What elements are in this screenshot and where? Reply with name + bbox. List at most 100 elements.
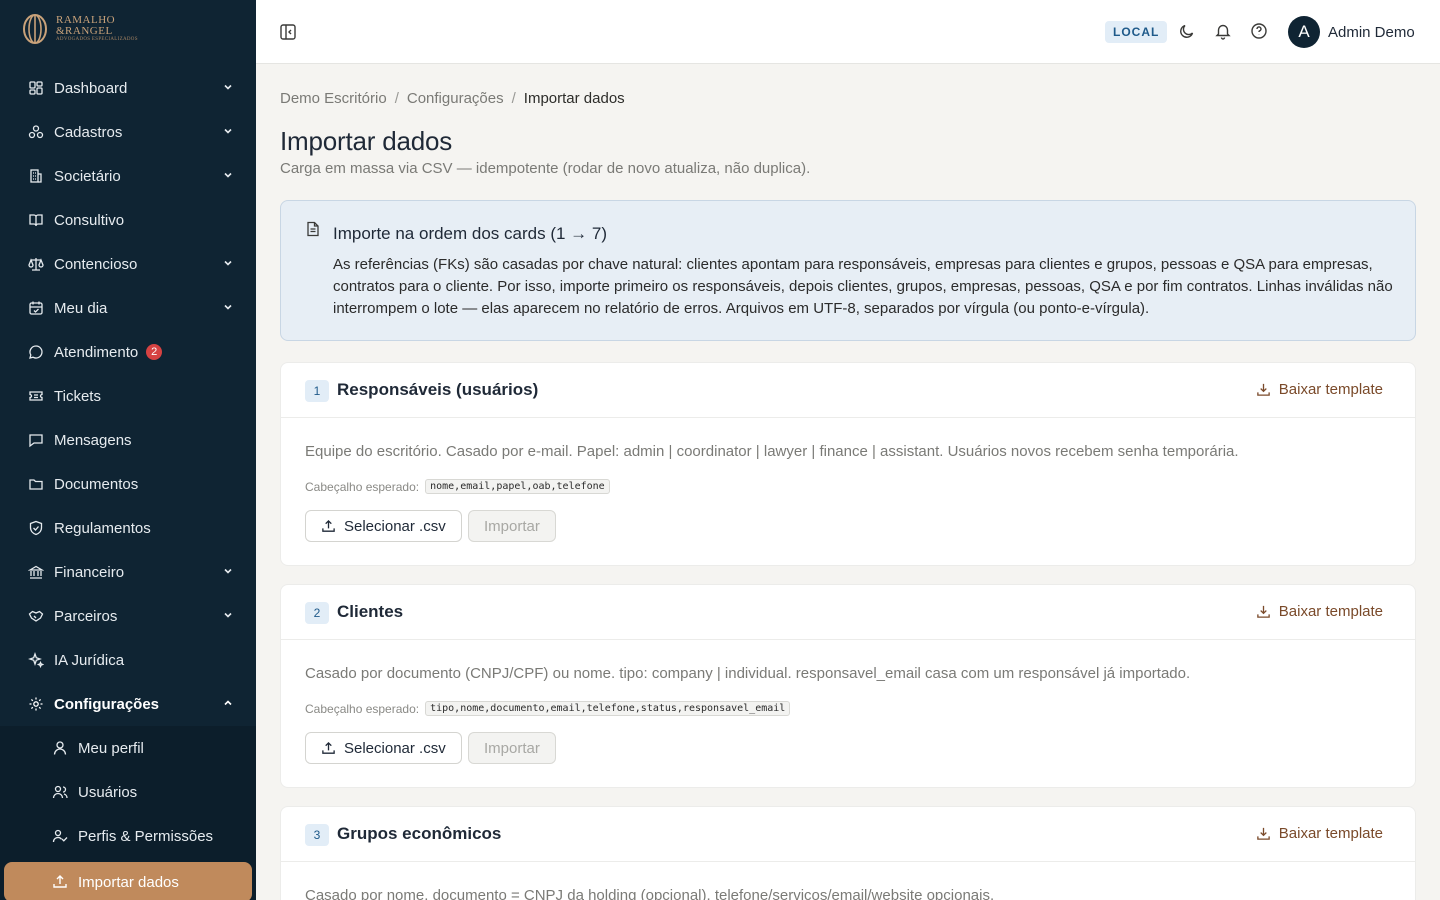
- sidebar-item-mensagens[interactable]: Mensagens: [0, 418, 256, 462]
- import-order-notice: Importe na ordem dos cards (1 → 7) As re…: [280, 200, 1416, 341]
- notification-badge: 2: [146, 344, 163, 360]
- step-number: 3: [305, 824, 329, 846]
- sidebar-item-label: Regulamentos: [54, 519, 151, 537]
- import-button[interactable]: Importar: [468, 510, 556, 542]
- sidebar-item-label: Contencioso: [54, 255, 138, 273]
- expected-header: Cabeçalho esperado: tipo,nome,documento,…: [305, 701, 791, 716]
- breadcrumb-item[interactable]: Configurações: [407, 90, 504, 107]
- breadcrumb-item[interactable]: Demo Escritório: [280, 90, 387, 107]
- sidebar-item-societario[interactable]: Societário: [0, 154, 256, 198]
- sidebar: RAMALHO &RANGEL ADVOGADOS ESPECIALIZADOS…: [0, 0, 256, 900]
- avatar: A: [1288, 16, 1320, 48]
- card-title: Grupos econômicos: [337, 824, 502, 843]
- bank-icon: [28, 564, 44, 580]
- shield-icon: [28, 520, 44, 536]
- sidebar-item-consultivo[interactable]: Consultivo: [0, 198, 256, 242]
- download-label: Baixar template: [1278, 603, 1383, 620]
- select-csv-button[interactable]: Selecionar .csv: [305, 510, 462, 542]
- configuracoes-subnav: Meu perfil Usuários Perfis & Permissões …: [0, 726, 256, 900]
- calendar-icon: [28, 300, 44, 316]
- sidebar-item-financeiro[interactable]: Financeiro: [0, 550, 256, 594]
- dashboard-icon: [28, 80, 44, 96]
- sidebar-item-dashboard[interactable]: Dashboard: [0, 66, 256, 110]
- card-title: Responsáveis (usuários): [337, 380, 539, 399]
- select-csv-label: Selecionar .csv: [344, 739, 446, 757]
- sidebar-item-atendimento[interactable]: Atendimento 2: [0, 330, 256, 374]
- topbar: LOCAL A Admin Demo: [256, 0, 1440, 64]
- sidebar-item-tickets[interactable]: Tickets: [0, 374, 256, 418]
- download-icon: [1257, 827, 1270, 840]
- import-card-clientes: 2 Clientes Baixar template Casado por do…: [280, 584, 1416, 788]
- sidebar-item-label: Parceiros: [54, 607, 118, 625]
- help-icon[interactable]: [1250, 22, 1268, 40]
- download-icon: [1257, 605, 1270, 618]
- logo-icon: [23, 14, 47, 44]
- upload-icon: [322, 741, 335, 754]
- download-template-button[interactable]: Baixar template: [1256, 603, 1383, 620]
- brand-line2: &RANGEL: [56, 25, 113, 37]
- page-title: Importar dados: [280, 126, 453, 156]
- sidebar-item-label: Meu dia: [54, 299, 108, 317]
- import-button[interactable]: Importar: [468, 732, 556, 764]
- breadcrumb: Demo Escritório / Configurações / Importar d…: [280, 90, 625, 107]
- ticket-icon: [28, 388, 44, 404]
- sidebar-item-label: Tickets: [54, 387, 101, 405]
- breadcrumb-separator: /: [394, 90, 399, 107]
- chevron-down-icon: [224, 260, 232, 266]
- download-template-button[interactable]: Baixar template: [1256, 825, 1383, 842]
- brand-tagline: ADVOGADOS ESPECIALIZADOS: [56, 37, 138, 42]
- select-csv-label: Selecionar .csv: [344, 517, 446, 535]
- sidebar-item-contencioso[interactable]: Contencioso: [0, 242, 256, 286]
- sidebar-item-label: Cadastros: [54, 123, 123, 141]
- download-label: Baixar template: [1278, 825, 1383, 842]
- breadcrumb-current: Importar dados: [523, 90, 625, 107]
- moon-icon[interactable]: [1178, 22, 1196, 40]
- step-number: 2: [305, 602, 329, 624]
- card-description: Casado por documento (CNPJ/CPF) ou nome.…: [305, 665, 1191, 682]
- card-header: 2 Clientes Baixar template: [281, 585, 1415, 640]
- step-number: 1: [305, 380, 329, 402]
- sidebar-item-label: IA Jurídica: [54, 651, 125, 669]
- download-icon: [1257, 383, 1270, 396]
- sidebar-subitem-importar-dados[interactable]: Importar dados: [4, 862, 252, 900]
- sidebar-subitem-meu-perfil[interactable]: Meu perfil: [0, 726, 256, 770]
- download-label: Baixar template: [1278, 381, 1383, 398]
- sidebar-subitem-usuarios[interactable]: Usuários: [0, 770, 256, 814]
- gear-icon: [28, 696, 44, 712]
- sidebar-item-parceiros[interactable]: Parceiros: [0, 594, 256, 638]
- sidebar-nav: Dashboard Cadastros Societário Consultiv…: [0, 66, 256, 900]
- sidebar-item-cadastros[interactable]: Cadastros: [0, 110, 256, 154]
- expected-header: Cabeçalho esperado: nome,email,papel,oab…: [305, 479, 610, 494]
- sidebar-toggle-icon[interactable]: [279, 23, 297, 41]
- sidebar-subitem-label: Usuários: [78, 783, 138, 801]
- chat-icon: [28, 344, 44, 360]
- sidebar-subitem-label: Perfis & Permissões: [78, 827, 214, 845]
- scale-icon: [28, 256, 44, 272]
- sidebar-item-ia-juridica[interactable]: IA Jurídica: [0, 638, 256, 682]
- notice-title: Importe na ordem dos cards (1 → 7): [333, 224, 608, 243]
- building-icon: [28, 168, 44, 184]
- user-check-icon: [52, 828, 68, 844]
- document-icon: [307, 221, 319, 237]
- sidebar-item-label: Mensagens: [54, 431, 132, 449]
- sidebar-item-configuracoes[interactable]: Configurações: [0, 682, 256, 726]
- folder-icon: [28, 476, 44, 492]
- bell-icon[interactable]: [1214, 22, 1232, 40]
- sidebar-item-meu-dia[interactable]: Meu dia: [0, 286, 256, 330]
- sidebar-item-label: Configurações: [54, 695, 160, 713]
- brand-logo[interactable]: RAMALHO &RANGEL ADVOGADOS ESPECIALIZADOS: [22, 12, 138, 46]
- sidebar-item-regulamentos[interactable]: Regulamentos: [0, 506, 256, 550]
- book-icon: [28, 212, 44, 228]
- sidebar-subitem-perfis-permissoes[interactable]: Perfis & Permissões: [0, 814, 256, 858]
- select-csv-button[interactable]: Selecionar .csv: [305, 732, 462, 764]
- card-header: 1 Responsáveis (usuários) Baixar templat…: [281, 363, 1415, 418]
- user-menu[interactable]: A Admin Demo: [1288, 16, 1415, 48]
- download-template-button[interactable]: Baixar template: [1256, 381, 1383, 398]
- chevron-down-icon: [224, 612, 232, 618]
- sidebar-item-label: Financeiro: [54, 563, 125, 581]
- chevron-down-icon: [224, 568, 232, 574]
- import-card-responsaveis: 1 Responsáveis (usuários) Baixar templat…: [280, 362, 1416, 566]
- expected-header-code: nome,email,papel,oab,telefone: [425, 479, 610, 494]
- sidebar-item-documentos[interactable]: Documentos: [0, 462, 256, 506]
- expected-header-code: tipo,nome,documento,email,telefone,statu…: [425, 701, 791, 716]
